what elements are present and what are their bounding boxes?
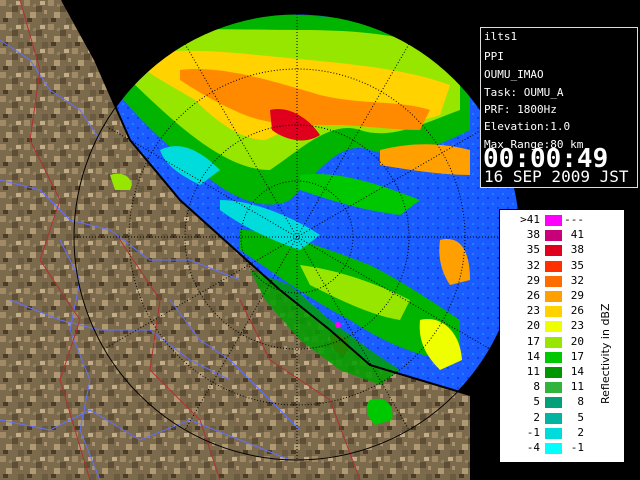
legend-high-value: 26 xyxy=(570,304,584,318)
legend-color-swatch xyxy=(545,245,562,257)
legend-color-swatch xyxy=(545,291,562,302)
legend-color-swatch xyxy=(545,367,562,378)
legend-high-value: --- xyxy=(564,213,584,226)
legend-color-swatch xyxy=(545,351,562,363)
legend-low-value: 8 xyxy=(533,380,540,394)
legend-high-value: 5 xyxy=(577,410,584,424)
legend-low-value: 29 xyxy=(526,273,540,287)
task-name: Task: OUMU_A xyxy=(484,86,564,99)
legend-color-swatch xyxy=(545,230,562,242)
legend-low-value: 14 xyxy=(526,349,540,363)
legend-low-value: 26 xyxy=(526,289,540,302)
legend-color-swatch xyxy=(545,443,562,454)
legend-high-value: 2 xyxy=(577,425,584,439)
scan-info-panel: ilts1 PPI OUMU_IMAO Task: OUMU_A PRF: 18… xyxy=(480,27,638,188)
scan-date: 16 SEP 2009 JST xyxy=(484,167,629,186)
legend-high-value: 38 xyxy=(570,243,584,257)
legend-low-value: 17 xyxy=(526,334,540,348)
legend-color-swatch xyxy=(545,215,562,226)
site-name: ilts1 xyxy=(484,30,518,43)
legend-color-swatch xyxy=(545,397,562,409)
legend-color-swatch xyxy=(545,427,562,439)
legend-high-value: 8 xyxy=(577,395,584,409)
legend-high-value: 29 xyxy=(570,289,584,302)
legend-low-value: 38 xyxy=(526,228,540,242)
legend-low-value: 32 xyxy=(526,258,540,272)
radar-site-marker xyxy=(335,322,341,328)
legend-high-value: 41 xyxy=(570,228,584,242)
legend-low-value: -1 xyxy=(526,425,540,439)
legend-low-value: 23 xyxy=(526,304,540,318)
legend-high-value: 23 xyxy=(570,319,584,333)
legend-color-swatch xyxy=(545,321,562,333)
legend-low-value: 35 xyxy=(526,243,540,257)
legend-color-swatch xyxy=(545,336,562,348)
legend-title: Reflectivity in dBZ xyxy=(599,303,612,404)
elevation-value: Elevation:1.0 xyxy=(484,120,571,133)
legend-color-swatch xyxy=(545,306,562,318)
legend-high-value: 14 xyxy=(570,365,584,378)
legend-low-value: >41 xyxy=(520,213,540,226)
legend-low-value: -4 xyxy=(526,441,540,454)
legend-color-swatch xyxy=(545,382,562,394)
product-name: OUMU_IMAO xyxy=(484,68,544,81)
legend-color-swatch xyxy=(545,260,562,272)
legend-color-swatch xyxy=(545,275,562,287)
legend-low-value: 11 xyxy=(526,365,540,378)
legend-high-value: -1 xyxy=(570,441,584,454)
legend-high-value: 35 xyxy=(570,258,584,272)
legend-low-value: 2 xyxy=(533,410,540,424)
legend-color-swatch xyxy=(545,412,562,424)
legend-high-value: 11 xyxy=(570,380,584,394)
legend-high-value: 32 xyxy=(570,273,584,287)
prf-value: PRF: 1800Hz xyxy=(484,103,557,116)
legend-low-value: 20 xyxy=(526,319,540,333)
legend-high-value: 17 xyxy=(570,349,584,363)
legend-high-value: 20 xyxy=(570,334,584,348)
scan-mode: PPI xyxy=(484,50,504,63)
legend-low-value: 5 xyxy=(533,395,540,409)
